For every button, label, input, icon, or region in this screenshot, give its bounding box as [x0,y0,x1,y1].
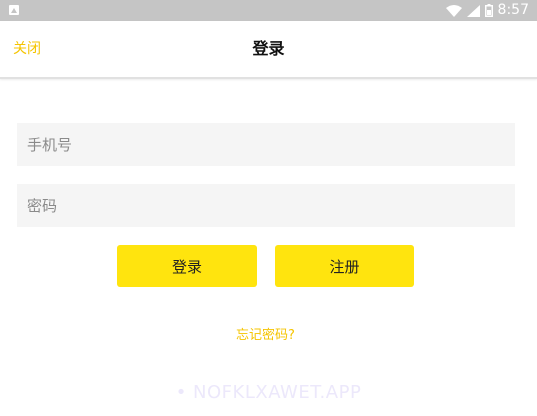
signal-icon [466,4,480,17]
page-title: 登录 [252,39,285,58]
watermark: • NOFKLXAWET.APP [175,382,362,403]
app-header: 登录 关闭 [0,21,537,79]
close-button[interactable]: 关闭 [13,21,41,77]
status-icons: 8:57 [445,0,529,21]
forgot-password-link[interactable]: 忘记密码? [0,324,531,343]
phone-input[interactable] [17,123,515,166]
status-bar: 8:57 [0,0,537,21]
login-button[interactable]: 登录 [117,245,257,287]
password-input[interactable] [17,184,515,227]
wifi-icon [445,4,462,17]
register-button[interactable]: 注册 [275,245,414,287]
status-time: 8:57 [497,2,529,18]
login-screen: 8:57 登录 关闭 登录 注册 忘记密码? • NOFKLXAWET.APP [0,0,537,416]
battery-icon [484,4,493,17]
notification-icon [9,5,19,15]
